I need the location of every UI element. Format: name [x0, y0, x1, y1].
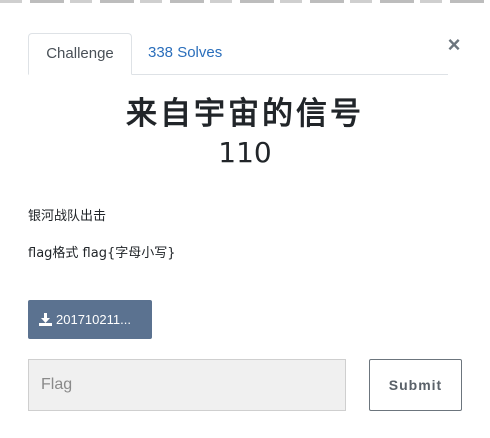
description-line-1: 银河战队出击: [28, 209, 107, 224]
file-name: 201710211...: [56, 312, 131, 327]
top-divider-strip: [0, 0, 490, 3]
challenge-title: 来自宇宙的信号: [126, 96, 364, 132]
download-icon: [39, 313, 52, 326]
close-icon[interactable]: ×: [444, 32, 464, 58]
description-line-2: flag格式 flag{字母小写}: [28, 246, 176, 261]
challenge-tabs: Challenge 338 Solves: [28, 33, 448, 75]
submit-button[interactable]: Submit: [369, 359, 462, 411]
file-download-button[interactable]: 201710211...: [28, 300, 152, 339]
tab-solves[interactable]: 338 Solves: [132, 33, 238, 75]
challenge-points: 110: [218, 136, 272, 169]
tab-challenge[interactable]: Challenge: [28, 33, 132, 75]
flag-input[interactable]: [28, 359, 346, 411]
